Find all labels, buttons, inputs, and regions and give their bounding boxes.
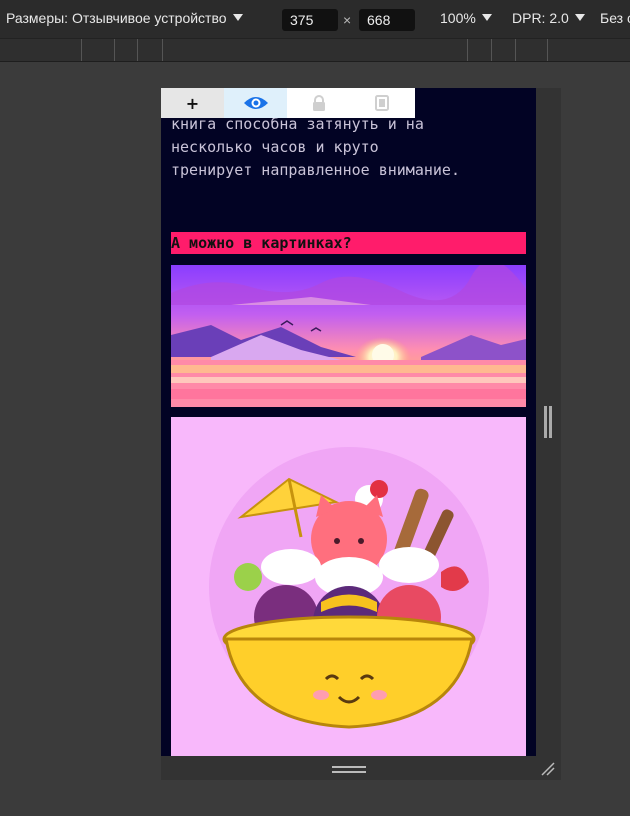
chevron-down-icon — [232, 14, 243, 21]
times-sign: × — [343, 12, 352, 28]
responsive-toolbar: Размеры: Отзывчивое устройство 375 × 668… — [0, 0, 630, 38]
zoom-dropdown[interactable]: 100% — [440, 10, 492, 26]
width-input[interactable]: 375 — [282, 9, 338, 31]
corner-resize-icon[interactable] — [540, 761, 556, 777]
section-heading: А можно в картинках? — [171, 232, 526, 254]
sunset-image — [171, 265, 526, 407]
zoom-label: 100% — [440, 10, 476, 26]
dimensions-dropdown[interactable]: Размеры: Отзывчивое устройство — [6, 10, 243, 26]
chevron-down-icon — [574, 14, 585, 21]
bottom-resize-grip-icon[interactable] — [332, 771, 366, 773]
screenshot-button[interactable] — [350, 88, 413, 118]
add-button[interactable]: + — [161, 88, 224, 118]
height-input[interactable]: 668 — [359, 9, 415, 31]
dpr-label: DPR: 2.0 — [512, 10, 569, 26]
bottom-resize-grip-icon[interactable] — [332, 766, 366, 768]
throttle-dropdown[interactable]: Без с — [600, 10, 630, 26]
plus-icon: + — [185, 93, 200, 113]
text-line: тренирует направленное внимание. — [171, 161, 460, 179]
lock-icon — [312, 95, 325, 111]
lock-button[interactable] — [287, 88, 350, 118]
resize-grip-icon[interactable] — [544, 406, 547, 438]
dimensions-label: Размеры: Отзывчивое устройство — [6, 10, 227, 26]
media-query-ruler[interactable] — [0, 38, 630, 62]
picker-toolbar: + — [161, 88, 415, 118]
device-viewport[interactable]: ересная книга способна затянуть и на нес… — [161, 88, 536, 756]
resize-grip-icon[interactable] — [549, 406, 552, 438]
visibility-toggle[interactable] — [224, 88, 287, 118]
eye-icon — [243, 97, 268, 109]
text-line: несколько часов и круто — [171, 138, 379, 156]
bottom-resize-gutter[interactable] — [161, 756, 561, 780]
ice-cream-bowl-image — [171, 417, 526, 756]
screenshot-icon — [374, 95, 389, 111]
throttle-label: Без с — [600, 10, 630, 26]
chevron-down-icon — [481, 14, 492, 21]
dpr-dropdown[interactable]: DPR: 2.0 — [512, 10, 585, 26]
